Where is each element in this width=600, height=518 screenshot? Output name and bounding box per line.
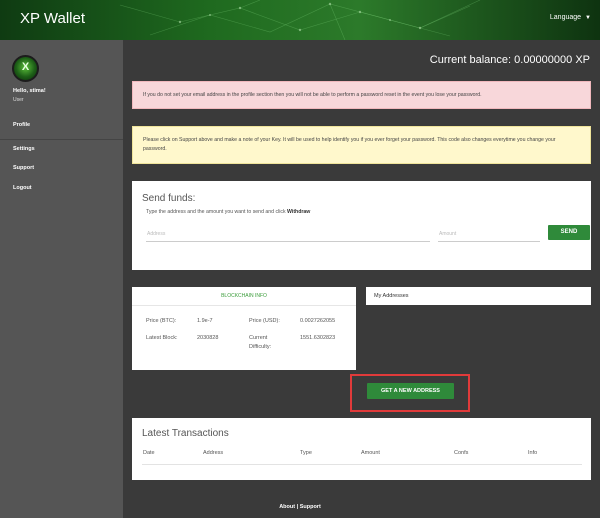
table-header-divider [142, 464, 582, 465]
sidebar: X Hello, stima! User Profile Settings Su… [0, 40, 123, 518]
transactions-title: Latest Transactions [142, 428, 229, 439]
latest-block-label: Latest Block: [146, 335, 178, 341]
network-background-graphic [119, 0, 481, 40]
sidebar-item-support[interactable]: Support [13, 165, 34, 171]
address-input[interactable]: Address [146, 224, 430, 242]
price-usd-value: 0.0027262055 [300, 318, 336, 324]
current-balance: Current balance: 0.00000000 XP [429, 54, 590, 66]
column-header-date: Date [143, 450, 155, 456]
send-button[interactable]: SEND [548, 225, 590, 240]
language-label: Language [549, 14, 582, 21]
top-header: XP Wallet Language ▼ [0, 0, 600, 40]
get-new-address-button[interactable]: GET A NEW ADDRESS [367, 383, 454, 399]
avatar: X [12, 55, 39, 82]
difficulty-value: 1551.6302823 [300, 335, 336, 341]
send-desc-withdraw: Withdraw [287, 209, 311, 215]
price-btc-value: 1.9e-7 [197, 318, 213, 324]
my-addresses-title: My Addresses [374, 293, 409, 299]
column-header-confs: Confs [454, 450, 469, 456]
blockchain-info-divider [132, 305, 356, 306]
my-addresses-card: My Addresses [366, 287, 591, 305]
column-header-amount: Amount [361, 450, 380, 456]
avatar-logo-icon: X [21, 61, 30, 73]
blockchain-info-card: BLOCKCHAIN INFO Price (BTC): 1.9e-7 Pric… [132, 287, 356, 370]
amount-input[interactable]: Amount [438, 224, 540, 242]
key-info-alert: Please click on Support above and make a… [132, 126, 591, 164]
send-funds-title: Send funds: [142, 193, 196, 204]
greeting: Hello, stima! [13, 88, 46, 94]
email-warning-alert: If you do not set your email address in … [132, 81, 591, 109]
sidebar-item-logout[interactable]: Logout [13, 185, 32, 191]
blockchain-info-title: BLOCKCHAIN INFO [221, 293, 267, 299]
column-header-address: Address [203, 450, 224, 456]
app-title[interactable]: XP Wallet [20, 10, 85, 27]
sidebar-item-profile[interactable]: Profile [13, 122, 30, 128]
send-funds-description: Type the address and the amount you want… [146, 209, 310, 215]
user-role: User [13, 97, 24, 103]
transactions-card: Latest Transactions Date Address Type Am… [132, 418, 591, 480]
sidebar-item-settings[interactable]: Settings [13, 146, 35, 152]
price-usd-label: Price (USD): [249, 318, 280, 324]
difficulty-label-line1: Current [249, 335, 268, 341]
footer-support-link[interactable]: Support [300, 504, 321, 510]
amount-placeholder: Amount [439, 231, 457, 237]
sidebar-divider [0, 139, 123, 140]
send-desc-text: Type the address and the amount you want… [146, 209, 286, 215]
send-funds-card: Send funds: Type the address and the amo… [132, 181, 591, 270]
column-header-info: Info [528, 450, 538, 456]
language-dropdown[interactable]: Language ▼ [550, 14, 591, 21]
caret-down-icon: ▼ [585, 15, 591, 21]
difficulty-label-line2: Difficulty: [249, 344, 272, 350]
address-placeholder: Address [147, 231, 166, 237]
footer-about-link[interactable]: About [279, 504, 295, 510]
column-header-type: Type [300, 450, 312, 456]
latest-block-value: 2030828 [197, 335, 219, 341]
price-btc-label: Price (BTC): [146, 318, 177, 324]
footer: About | Support [123, 504, 477, 510]
